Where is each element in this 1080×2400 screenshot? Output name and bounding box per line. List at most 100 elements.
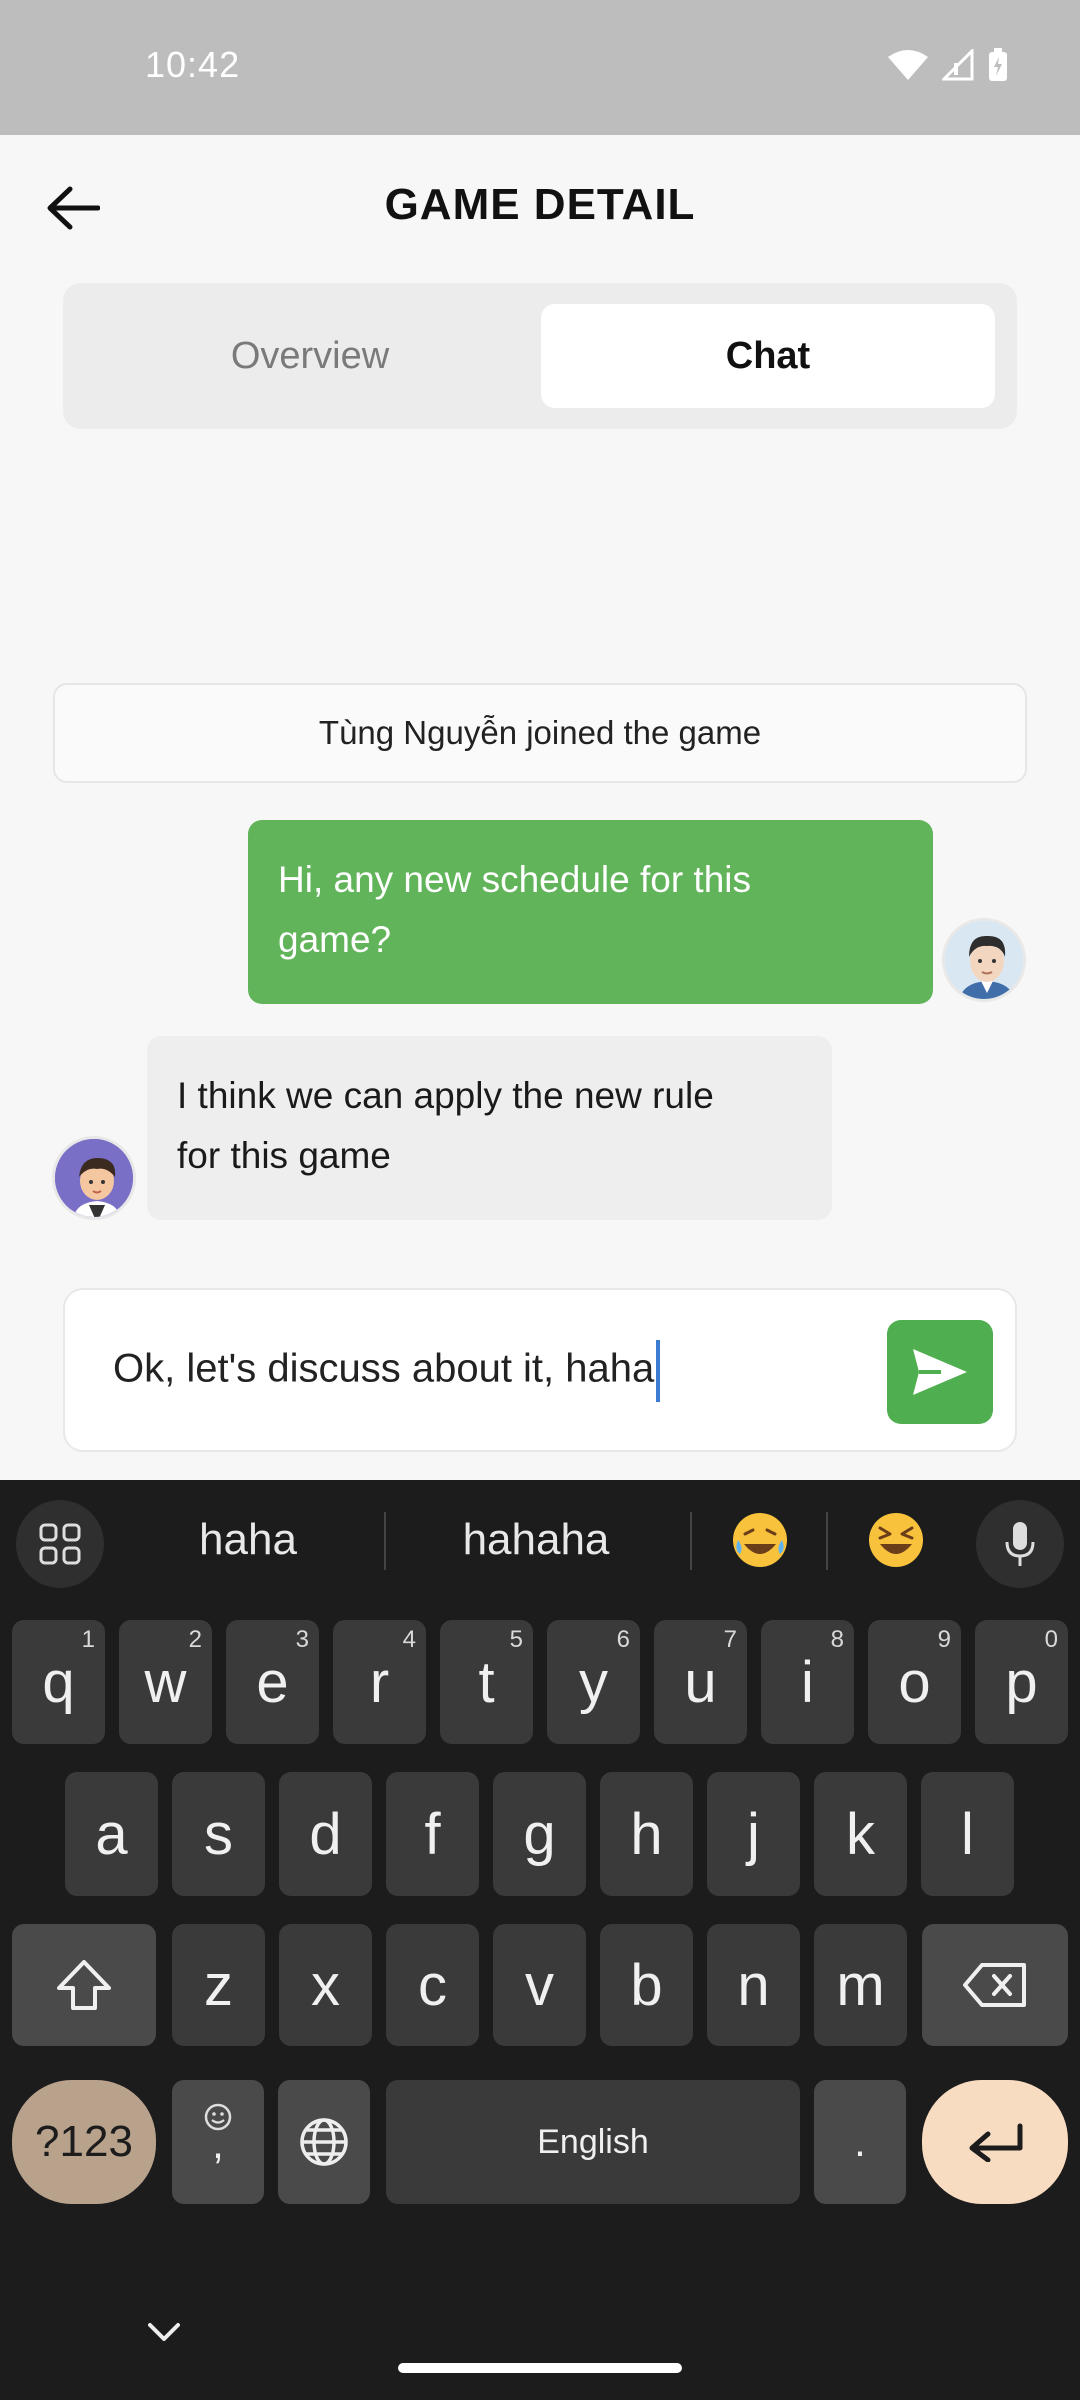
key-l[interactable]: l xyxy=(921,1772,1014,1896)
key-hint: 2 xyxy=(188,1626,202,1653)
divider xyxy=(384,1512,386,1570)
keyboard-menu-button[interactable] xyxy=(16,1500,104,1588)
key-g[interactable]: g xyxy=(493,1772,586,1896)
key-n[interactable]: n xyxy=(707,1924,800,2046)
enter-key[interactable] xyxy=(922,2080,1068,2204)
symbols-key[interactable]: ?123 xyxy=(12,2080,156,2204)
signal-icon xyxy=(942,49,974,81)
backspace-icon xyxy=(963,1963,1026,2007)
key-y[interactable]: y6 xyxy=(547,1620,640,1744)
laughing-tears-emoji-icon[interactable] xyxy=(730,1510,790,1570)
key-c[interactable]: c xyxy=(386,1924,479,2046)
tab-overview[interactable]: Overview xyxy=(83,304,537,408)
key-label: z xyxy=(204,1952,233,2018)
send-icon xyxy=(913,1349,967,1395)
key-label: h xyxy=(630,1801,663,1867)
key-label: o xyxy=(898,1649,931,1715)
chevron-down-icon[interactable] xyxy=(146,2320,182,2344)
key-r[interactable]: r4 xyxy=(333,1620,426,1744)
key-label: i xyxy=(801,1649,814,1715)
grid-icon xyxy=(39,1523,81,1565)
emoji-comma-key[interactable]: , xyxy=(172,2080,264,2204)
key-e[interactable]: e3 xyxy=(226,1620,319,1744)
divider xyxy=(690,1512,692,1570)
message-line: for this game xyxy=(177,1135,391,1176)
key-hint: 9 xyxy=(937,1626,951,1653)
key-v[interactable]: v xyxy=(493,1924,586,2046)
key-label: d xyxy=(309,1801,342,1867)
key-h[interactable]: h xyxy=(600,1772,693,1896)
key-hint: 5 xyxy=(509,1626,523,1653)
backspace-key[interactable] xyxy=(922,1924,1068,2046)
key-label: c xyxy=(418,1952,447,2018)
key-label: m xyxy=(836,1952,885,2018)
soft-keyboard: haha hahaha ?123 , English . q 1 w 2 e 3… xyxy=(0,1480,1080,2400)
suggestion-1[interactable]: haha xyxy=(148,1515,348,1565)
divider xyxy=(826,1512,828,1570)
key-label: x xyxy=(311,1952,340,2018)
message-line: I think we can apply the new rule xyxy=(177,1075,714,1116)
key-b[interactable]: b xyxy=(600,1924,693,2046)
suggestion-2[interactable]: hahaha xyxy=(418,1515,654,1565)
status-time: 10:42 xyxy=(145,44,241,85)
text-cursor xyxy=(656,1340,661,1402)
key-s[interactable]: s xyxy=(172,1772,265,1896)
man-avatar-icon xyxy=(945,921,1023,999)
key-hint: 1 xyxy=(81,1626,95,1653)
boy-avatar-icon xyxy=(55,1139,133,1217)
key-label: s xyxy=(204,1801,233,1867)
send-button[interactable] xyxy=(887,1320,993,1424)
enter-icon xyxy=(969,2123,1023,2162)
key-m[interactable]: m xyxy=(814,1924,907,2046)
voice-input-button[interactable] xyxy=(976,1500,1064,1588)
key-label: a xyxy=(95,1801,128,1867)
key-i[interactable]: i8 xyxy=(761,1620,854,1744)
key-label: r xyxy=(369,1649,390,1715)
outgoing-message: Hi, any new schedule for this game? xyxy=(248,820,933,1004)
key-x[interactable]: x xyxy=(279,1924,372,2046)
key-label: q xyxy=(42,1649,75,1715)
key-w[interactable]: w2 xyxy=(119,1620,212,1744)
key-label: u xyxy=(684,1649,717,1715)
key-label: b xyxy=(630,1952,663,2018)
key-a[interactable]: a xyxy=(65,1772,158,1896)
key-z[interactable]: z xyxy=(172,1924,265,2046)
key-p[interactable]: p0 xyxy=(975,1620,1068,1744)
key-d[interactable]: d xyxy=(279,1772,372,1896)
key-label: y xyxy=(579,1649,608,1715)
shift-key[interactable] xyxy=(12,1924,156,2046)
key-j[interactable]: j xyxy=(707,1772,800,1896)
key-label: w xyxy=(144,1649,187,1715)
period-key[interactable]: . xyxy=(814,2080,906,2204)
key-q[interactable]: q1 xyxy=(12,1620,105,1744)
message-input-value: Ok, let's discuss about it, haha xyxy=(113,1346,655,1391)
my-avatar[interactable] xyxy=(942,918,1026,1002)
key-hint: 6 xyxy=(616,1626,630,1653)
key-o[interactable]: o9 xyxy=(868,1620,961,1744)
message-input[interactable]: Ok, let's discuss about it, haha xyxy=(113,1340,661,1402)
language-key[interactable] xyxy=(278,2080,370,2204)
key-u[interactable]: u7 xyxy=(654,1620,747,1744)
key-t[interactable]: t5 xyxy=(440,1620,533,1744)
key-hint: 3 xyxy=(295,1626,309,1653)
key-label: j xyxy=(747,1801,760,1867)
key-label: p xyxy=(1005,1649,1038,1715)
tab-bar: Overview Chat xyxy=(63,283,1017,429)
key-hint: 4 xyxy=(402,1626,416,1653)
shift-arrow-icon xyxy=(57,1960,111,2010)
sender-avatar[interactable] xyxy=(52,1136,136,1220)
key-label: k xyxy=(846,1801,875,1867)
key-label: t xyxy=(478,1649,495,1715)
key-hint: 8 xyxy=(830,1626,844,1653)
key-label: f xyxy=(424,1801,441,1867)
key-f[interactable]: f xyxy=(386,1772,479,1896)
key-k[interactable]: k xyxy=(814,1772,907,1896)
key-label: g xyxy=(523,1801,556,1867)
key-label: e xyxy=(256,1649,289,1715)
grinning-squint-emoji-icon[interactable] xyxy=(866,1510,926,1570)
space-bar[interactable]: English xyxy=(386,2080,800,2204)
home-indicator[interactable] xyxy=(398,2363,682,2373)
tab-chat[interactable]: Chat xyxy=(541,304,995,408)
key-label: l xyxy=(961,1801,974,1867)
key-hint: 0 xyxy=(1044,1626,1058,1653)
